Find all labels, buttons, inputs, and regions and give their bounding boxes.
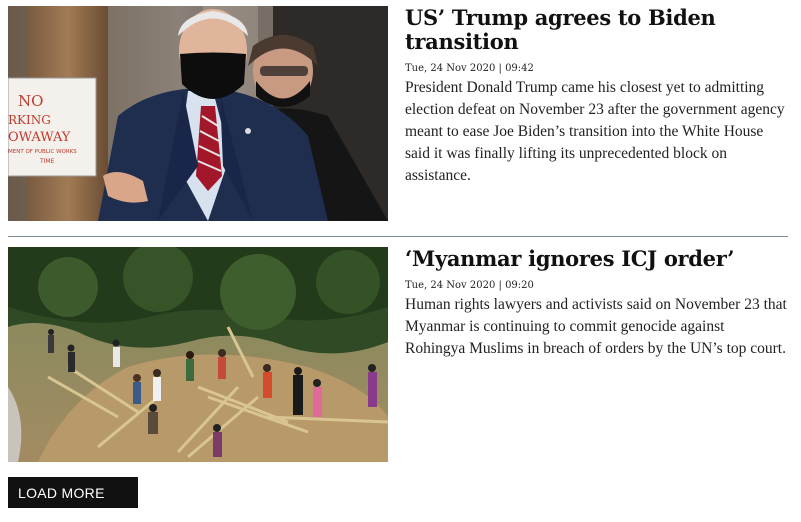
- article-text: ‘Myanmar ignores ICJ order’ Tue, 24 Nov …: [405, 247, 788, 360]
- article-dateline: Tue, 24 Nov 2020 | 09:20: [405, 280, 534, 291]
- article-headline[interactable]: ‘Myanmar ignores ICJ order’: [405, 247, 788, 271]
- article-image-biden[interactable]: NO RKING OWAWAY MENT OF PUBLIC WORKS TIM…: [8, 6, 388, 221]
- article-summary: Human rights lawyers and activists said …: [405, 296, 787, 357]
- article-card: ‘Myanmar ignores ICJ order’ Tue, 24 Nov …: [8, 247, 788, 462]
- sign-text-line-2: RKING: [8, 113, 51, 127]
- article-summary: President Donald Trump came his closest …: [405, 79, 785, 184]
- article-dateline: Tue, 24 Nov 2020 | 09:42: [405, 63, 534, 74]
- load-more-button[interactable]: LOAD MORE: [8, 477, 138, 508]
- article-image-rohingya-camp[interactable]: [8, 247, 388, 462]
- sign-text-line-5: TIME: [39, 158, 55, 165]
- article-divider: [8, 236, 788, 237]
- article-card: NO RKING OWAWAY MENT OF PUBLIC WORKS TIM…: [8, 6, 788, 221]
- sign-text-line-3: OWAWAY: [8, 130, 71, 145]
- article-text: US’ Trump agrees to Biden transition Tue…: [405, 6, 788, 187]
- sign-text-line-4: MENT OF PUBLIC WORKS: [8, 149, 77, 155]
- sign-text-line-1: NO: [18, 92, 43, 110]
- article-headline[interactable]: US’ Trump agrees to Biden transition: [405, 6, 788, 54]
